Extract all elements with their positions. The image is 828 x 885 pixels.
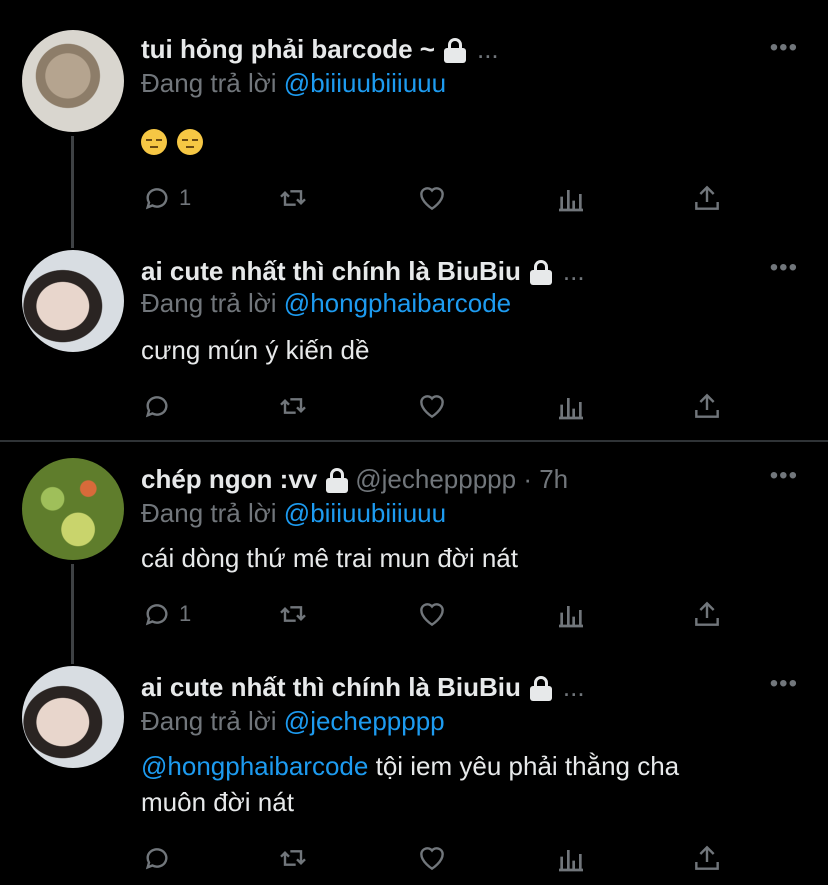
unamused-face-emoji <box>177 129 203 156</box>
analytics-icon <box>559 606 583 628</box>
share-icon <box>695 845 719 870</box>
lock-icon <box>443 37 467 63</box>
views-button[interactable] <box>555 182 587 214</box>
replying-to: Đang trả lời @biiiuubiiiuuu <box>141 68 446 99</box>
share-button[interactable] <box>691 598 723 630</box>
tweet-text: cái dòng thứ mê trai mun đời nát <box>141 543 518 573</box>
retweet-icon <box>280 850 306 866</box>
handle-and-time[interactable]: @jecheppppp · 7h <box>355 464 568 495</box>
tweet[interactable]: chép ngon :vv @jecheppppp · 7h ••• Đang … <box>0 442 828 664</box>
replying-to-label: Đang trả lời <box>141 68 277 98</box>
replying-to-mention[interactable]: @hongphaibarcode <box>284 288 511 318</box>
replying-to-label: Đang trả lời <box>141 706 277 736</box>
analytics-icon <box>559 190 583 212</box>
replying-to-label: Đang trả lời <box>141 498 277 528</box>
retweet-button[interactable] <box>277 598 309 630</box>
avatar[interactable] <box>22 458 124 560</box>
lock-icon <box>529 259 553 285</box>
reply-icon <box>145 848 168 870</box>
like-button[interactable] <box>416 182 448 214</box>
lock-icon <box>325 467 349 493</box>
truncation-ellipsis: ... <box>562 256 585 286</box>
analytics-icon <box>559 398 583 420</box>
body-text-line-2: muôn đời nát <box>141 787 294 817</box>
heart-icon <box>420 603 444 627</box>
unamused-face-emoji <box>141 129 167 156</box>
tweet-text: @hongphaibarcode tội iem yêu phải thằng … <box>141 748 791 820</box>
like-button[interactable] <box>416 842 448 874</box>
like-button[interactable] <box>416 598 448 630</box>
retweet-icon <box>280 398 306 414</box>
more-options-button[interactable]: ••• <box>770 670 798 698</box>
avatar[interactable] <box>22 30 124 132</box>
views-button[interactable] <box>555 598 587 630</box>
display-name[interactable]: ai cute nhất thì chính là BiuBiu <box>141 672 521 703</box>
reply-count: 1 <box>179 601 192 626</box>
share-icon <box>695 185 719 210</box>
reply-button[interactable] <box>141 842 173 874</box>
heart-icon <box>420 395 444 419</box>
avatar[interactable] <box>22 666 124 768</box>
retweet-button[interactable] <box>277 390 309 422</box>
reply-button[interactable]: 1 <box>141 598 191 630</box>
share-button[interactable] <box>691 390 723 422</box>
tweet[interactable]: ai cute nhất thì chính là BiuBiu ... •••… <box>0 664 828 885</box>
views-button[interactable] <box>555 842 587 874</box>
tweet-actions <box>141 842 741 882</box>
reply-button[interactable]: 1 <box>141 182 191 214</box>
replying-to-mention[interactable]: @biiiuubiiiuuu <box>284 68 446 98</box>
replying-to: Đang trả lời @jecheppppp <box>141 706 445 737</box>
reply-icon <box>145 188 168 210</box>
truncation-ellipsis: ... <box>562 672 585 702</box>
views-button[interactable] <box>555 390 587 422</box>
heart-icon <box>420 847 444 871</box>
retweet-icon <box>280 606 306 622</box>
replying-to-mention[interactable]: @biiiuubiiiuuu <box>284 498 446 528</box>
retweet-button[interactable] <box>277 182 309 214</box>
body-mention[interactable]: @hongphaibarcode <box>141 751 368 781</box>
tweet[interactable]: ai cute nhất thì chính là BiuBiu ... •••… <box>0 250 828 440</box>
replying-to-mention[interactable]: @jecheppppp <box>284 706 445 736</box>
display-name[interactable]: tui hỏng phải barcode ~ <box>141 34 435 65</box>
share-button[interactable] <box>691 842 723 874</box>
display-name[interactable]: chép ngon :vv <box>141 464 317 495</box>
display-name[interactable]: ai cute nhất thì chính là BiuBiu <box>141 256 521 287</box>
lock-icon <box>529 675 553 701</box>
avatar[interactable] <box>22 250 124 352</box>
like-button[interactable] <box>416 390 448 422</box>
replying-to: Đang trả lời @hongphaibarcode <box>141 288 511 319</box>
tweet-actions: 1 <box>141 182 741 222</box>
more-options-button[interactable]: ••• <box>770 34 798 62</box>
retweet-button[interactable] <box>277 842 309 874</box>
tweet-header: ai cute nhất thì chính là BiuBiu ... <box>141 672 585 703</box>
tweet-text <box>141 122 791 158</box>
tweet-header: tui hỏng phải barcode ~ ... <box>141 34 499 65</box>
heart-icon <box>420 187 444 211</box>
tweet-header: chép ngon :vv @jecheppppp · 7h <box>141 464 568 495</box>
body-text: tội iem yêu phải thằng cha <box>375 751 680 781</box>
tweet-text: cưng mún ý kiến dề <box>141 335 370 365</box>
reply-icon <box>145 604 168 626</box>
reply-count: 1 <box>179 185 192 210</box>
replying-to-label: Đang trả lời <box>141 288 277 318</box>
thread-line <box>71 564 74 664</box>
share-button[interactable] <box>691 182 723 214</box>
reply-icon <box>145 396 168 418</box>
tweet-actions: 1 <box>141 598 741 638</box>
replying-to: Đang trả lời @biiiuubiiiuuu <box>141 498 446 529</box>
reply-button[interactable] <box>141 390 173 422</box>
more-options-button[interactable]: ••• <box>770 462 798 490</box>
share-icon <box>695 601 719 626</box>
tweet-header: ai cute nhất thì chính là BiuBiu ... <box>141 256 585 287</box>
truncation-ellipsis: ... <box>476 34 499 64</box>
analytics-icon <box>559 850 583 872</box>
tweet-actions <box>141 390 741 430</box>
thread-line <box>71 136 74 248</box>
retweet-icon <box>280 190 306 206</box>
tweet[interactable]: tui hỏng phải barcode ~ ... ••• Đang trả… <box>0 0 828 250</box>
share-icon <box>695 393 719 418</box>
more-options-button[interactable]: ••• <box>770 254 798 282</box>
